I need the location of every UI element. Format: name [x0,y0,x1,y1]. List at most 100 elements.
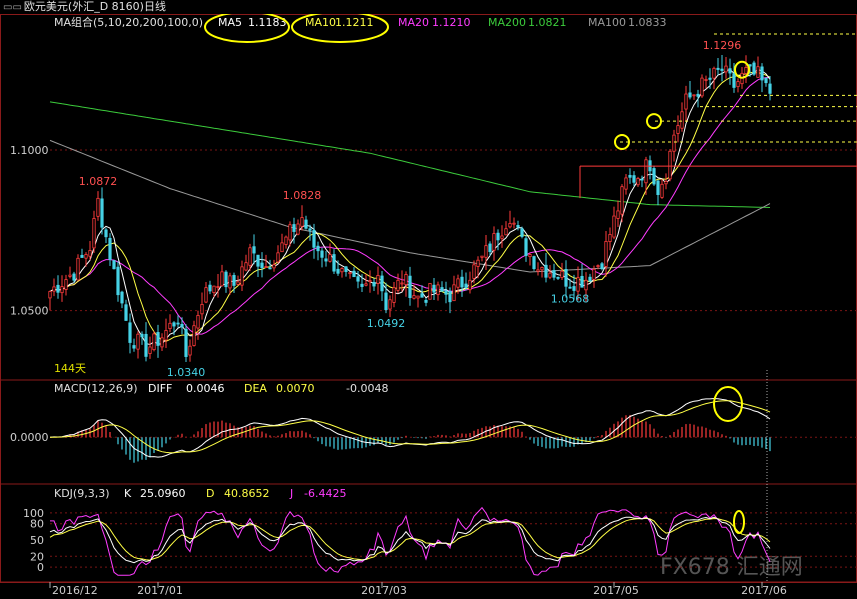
candle-body [276,252,280,263]
candle-body [452,284,456,302]
candle-body [100,198,104,228]
kdj-d-line [49,517,771,561]
candle-body [540,267,544,271]
candle-body [692,94,696,97]
candle-body [336,268,340,274]
candle-body [624,177,628,190]
ma-legend-value: 1.1211 [335,16,374,29]
candle-body [528,254,532,258]
candle-body [304,219,308,229]
ma-legend-name: MA200 [488,16,526,29]
candle-body [112,260,116,270]
candle-body [688,92,692,98]
ma-legend-name: MA5 [218,16,242,29]
candle-body [584,279,588,291]
candle-body [436,284,440,295]
candle-body [656,180,660,195]
candle-body [488,243,492,252]
candle-body [720,68,724,71]
candle-body [324,258,328,262]
candle-body [68,274,72,277]
forex-chart[interactable]: FX678 汇通网1.10001.05001.08721.08281.12961… [0,0,857,599]
candle-body [664,181,668,185]
candle-body [380,275,384,292]
candle-body [88,250,92,257]
x-tick-label: 2017/05 [593,584,639,597]
candle-body [580,275,584,288]
candle-body [544,264,548,278]
candle-body [364,283,368,286]
candle-body [140,333,144,338]
candle-body [76,257,80,281]
macd-legend-name: DEA [244,382,267,395]
candle-body [456,278,460,288]
kdj-legend-value: 25.0960 [140,487,186,500]
x-tick-label: 2016/12 [52,584,98,597]
candle-body [768,83,772,94]
candle-body [500,235,504,239]
highlight-circle [646,113,662,130]
candle-body [48,291,52,299]
kdj-legend-name: J [289,487,293,500]
candle-body [156,332,160,346]
macd-legend-value: -0.0048 [346,382,388,395]
candle-body [552,270,556,278]
x-tick-label: 2017/01 [137,584,183,597]
candle-body [532,256,536,270]
candle-body [460,276,464,288]
window-restore-icon[interactable]: ▭▭ [3,1,22,15]
candle-body [288,224,292,241]
candle-body [396,279,400,291]
candle-body [596,265,600,268]
candle-body [448,291,452,303]
candle-body [172,322,176,327]
candle-body [212,285,216,293]
candle-body [576,277,580,292]
candle-body [412,295,416,299]
candle-body [524,238,528,256]
price-y-tick-label: 1.1000 [10,144,49,157]
candle-body [240,266,244,286]
candle-body [368,280,372,283]
candle-body [96,197,100,217]
kdj-y-tick-label: 50 [30,534,44,547]
candle-body [440,287,444,292]
candle-body [484,245,488,258]
macd-legend-name: DIFF [148,382,172,395]
candle-body [228,275,232,289]
candle-body [188,345,192,356]
candle-body [196,315,200,329]
candle-body [316,245,320,252]
candle-body [680,111,684,129]
candle-body [736,81,740,88]
candle-body [136,333,140,350]
candle-body [52,286,56,292]
candle-body [472,264,476,279]
candle-body [644,159,648,184]
candle-body [592,268,596,280]
candle-body [468,279,472,291]
ma-legend-value: 1.0833 [628,16,667,29]
candle-body [160,337,164,348]
candle-body [168,322,172,330]
candle-body [220,271,224,287]
candle-body [64,279,68,290]
candle-body [352,270,356,278]
candle-body [760,66,764,81]
candle-body [120,291,124,304]
candle-body [652,168,656,185]
candle-body [72,273,76,281]
ma-legend-label: MA组合(5,10,20,200,100,0) [54,15,203,29]
candle-body [752,62,756,75]
x-tick-label: 2017/06 [741,584,787,597]
candle-body [268,267,272,270]
ma-legend-value: 1.1210 [432,16,471,29]
candle-body [476,259,480,267]
candle-body [764,77,768,84]
candle-body [92,218,96,249]
candle-body [260,262,264,269]
kdj-legend-name: D [206,487,214,500]
candle-body [284,236,288,245]
candle-body [60,286,64,294]
candle-body [164,330,168,341]
